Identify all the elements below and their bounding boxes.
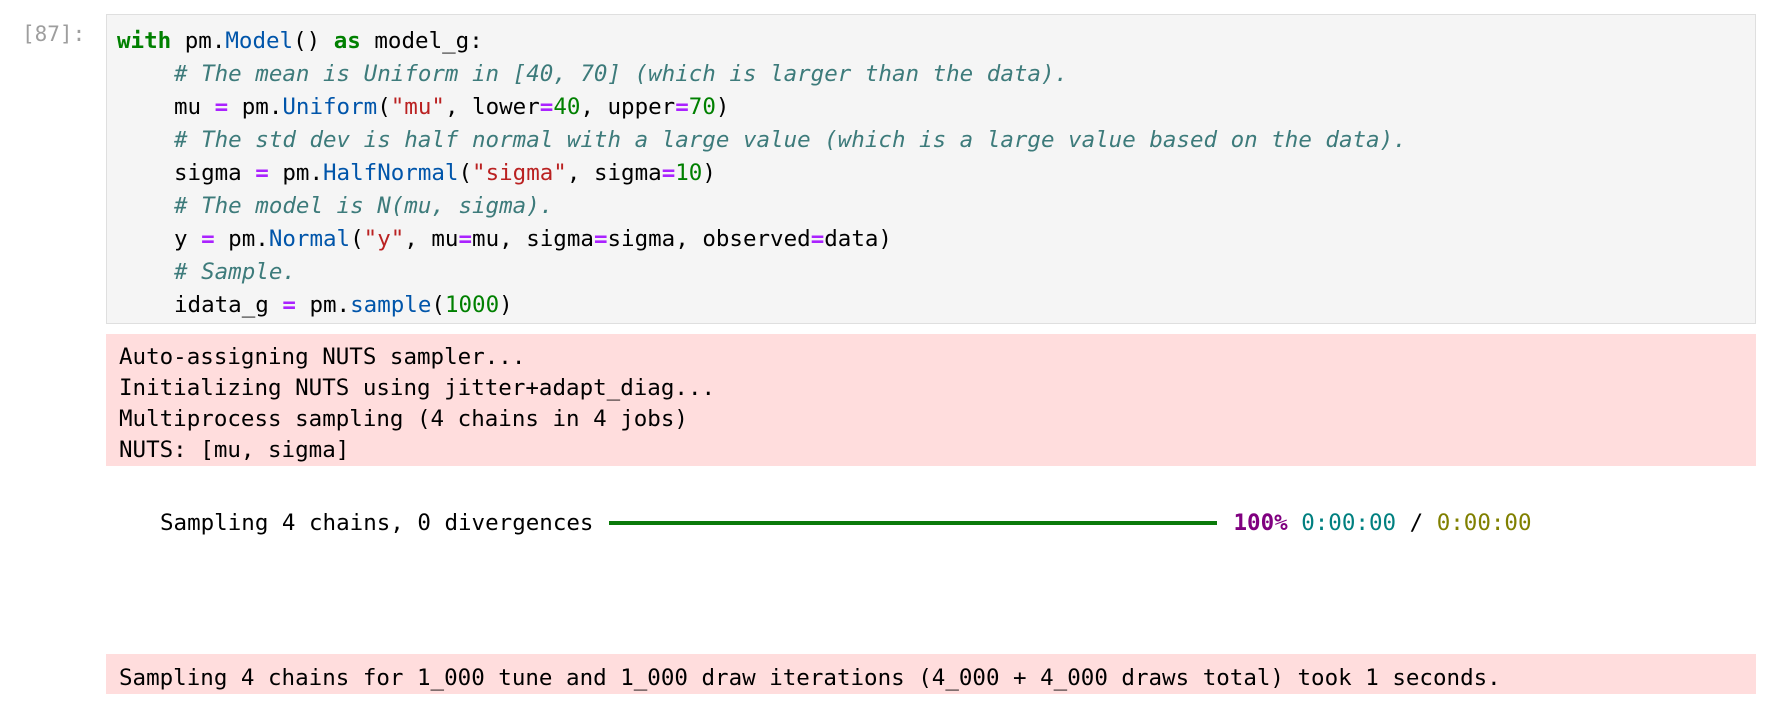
code-line-7: y = pm.Normal("y", mu=mu, sigma=sigma, o…	[117, 223, 1745, 256]
code-operator: =	[458, 226, 473, 252]
code-token: sigma	[174, 160, 256, 186]
code-token: pm.	[171, 28, 226, 54]
code-token: mu	[174, 94, 215, 120]
sampling-progress: Sampling 4 chains, 0 divergences 100% 0:…	[160, 506, 1532, 540]
code-number: 70	[688, 94, 716, 120]
code-token: sigma, observed	[607, 226, 811, 252]
code-number: 10	[675, 160, 703, 186]
code-line-3: mu = pm.Uniform("mu", lower=40, upper=70…	[117, 91, 1745, 124]
code-comment: # The std dev is half normal with a larg…	[174, 127, 1407, 153]
code-function: Normal	[268, 226, 351, 252]
code-token: pm.	[295, 292, 351, 318]
code-token: ()	[293, 28, 334, 54]
code-string: "mu"	[390, 94, 445, 120]
code-token: , sigma	[566, 160, 662, 186]
code-line-4: # The std dev is half normal with a larg…	[117, 124, 1745, 157]
code-token: )	[715, 94, 730, 120]
code-comment: # The model is N(mu, sigma).	[174, 193, 554, 219]
code-token: , mu	[404, 226, 459, 252]
code-operator: =	[201, 226, 215, 252]
code-function: Uniform	[282, 94, 378, 120]
stderr-line: Multiprocess sampling (4 chains in 4 job…	[119, 406, 688, 432]
keyword-as: as	[333, 28, 361, 54]
code-line-5: sigma = pm.HalfNormal("sigma", sigma=10)	[117, 157, 1745, 190]
progress-remaining: 0:00:00	[1436, 510, 1532, 536]
code-token: (	[377, 94, 391, 120]
code-string: "y"	[363, 226, 405, 252]
code-number: 1000	[444, 292, 500, 318]
code-token: (	[431, 292, 445, 318]
code-operator: =	[593, 226, 608, 252]
code-token: pm.	[214, 226, 269, 252]
code-function: HalfNormal	[323, 160, 459, 186]
code-line-2: # The mean is Uniform in [40, 70] (which…	[117, 58, 1745, 91]
code-operator: =	[675, 94, 689, 120]
code-number: 40	[553, 94, 581, 120]
code-token: mu, sigma	[472, 226, 594, 252]
code-token: , lower	[444, 94, 540, 120]
stderr-line: Initializing NUTS using jitter+adapt_dia…	[119, 375, 716, 401]
code-token: y	[174, 226, 202, 252]
code-token: data)	[824, 226, 892, 252]
code-string: "sigma"	[472, 160, 567, 186]
progress-bar	[609, 521, 1218, 525]
progress-bar-fill	[609, 521, 1218, 525]
code-token: )	[702, 160, 716, 186]
code-function: sample	[350, 292, 432, 318]
code-cell[interactable]: with pm.Model() as model_g: # The mean i…	[106, 14, 1756, 324]
code-token: pm.	[268, 160, 324, 186]
code-line-1: with pm.Model() as model_g:	[117, 25, 1745, 58]
code-line-8: # Sample.	[117, 256, 1745, 289]
code-token: (	[350, 226, 364, 252]
code-comment: # The mean is Uniform in [40, 70] (which…	[174, 61, 1069, 87]
code-operator: =	[661, 160, 676, 186]
progress-label: Sampling 4 chains, 0 divergences	[160, 510, 594, 536]
code-token: )	[499, 292, 513, 318]
code-operator: =	[282, 292, 296, 318]
code-token: , upper	[580, 94, 676, 120]
code-operator: =	[255, 160, 269, 186]
stderr-line: Auto-assigning NUTS sampler...	[119, 344, 526, 370]
code-line-6: # The model is N(mu, sigma).	[117, 190, 1745, 223]
code-operator: =	[539, 94, 554, 120]
stderr-summary: Sampling 4 chains for 1_000 tune and 1_0…	[106, 654, 1756, 694]
code-operator: =	[214, 94, 229, 120]
stderr-output: Auto-assigning NUTS sampler... Initializ…	[106, 334, 1756, 466]
code-function: Model	[225, 28, 294, 54]
code-token: idata_g	[174, 292, 283, 318]
code-line-9: idata_g = pm.sample(1000)	[117, 289, 1745, 322]
progress-separator: /	[1396, 510, 1437, 536]
code-operator: =	[810, 226, 825, 252]
code-comment: # Sample.	[174, 259, 296, 285]
cell-prompt: [87]:	[22, 22, 86, 46]
code-token: pm.	[228, 94, 283, 120]
progress-percent: 100%	[1233, 510, 1288, 536]
keyword-with: with	[117, 28, 172, 54]
stderr-line: NUTS: [mu, sigma]	[119, 437, 350, 463]
code-token: (	[458, 160, 473, 186]
code-token: model_g:	[360, 28, 483, 54]
progress-elapsed: 0:00:00	[1301, 510, 1397, 536]
